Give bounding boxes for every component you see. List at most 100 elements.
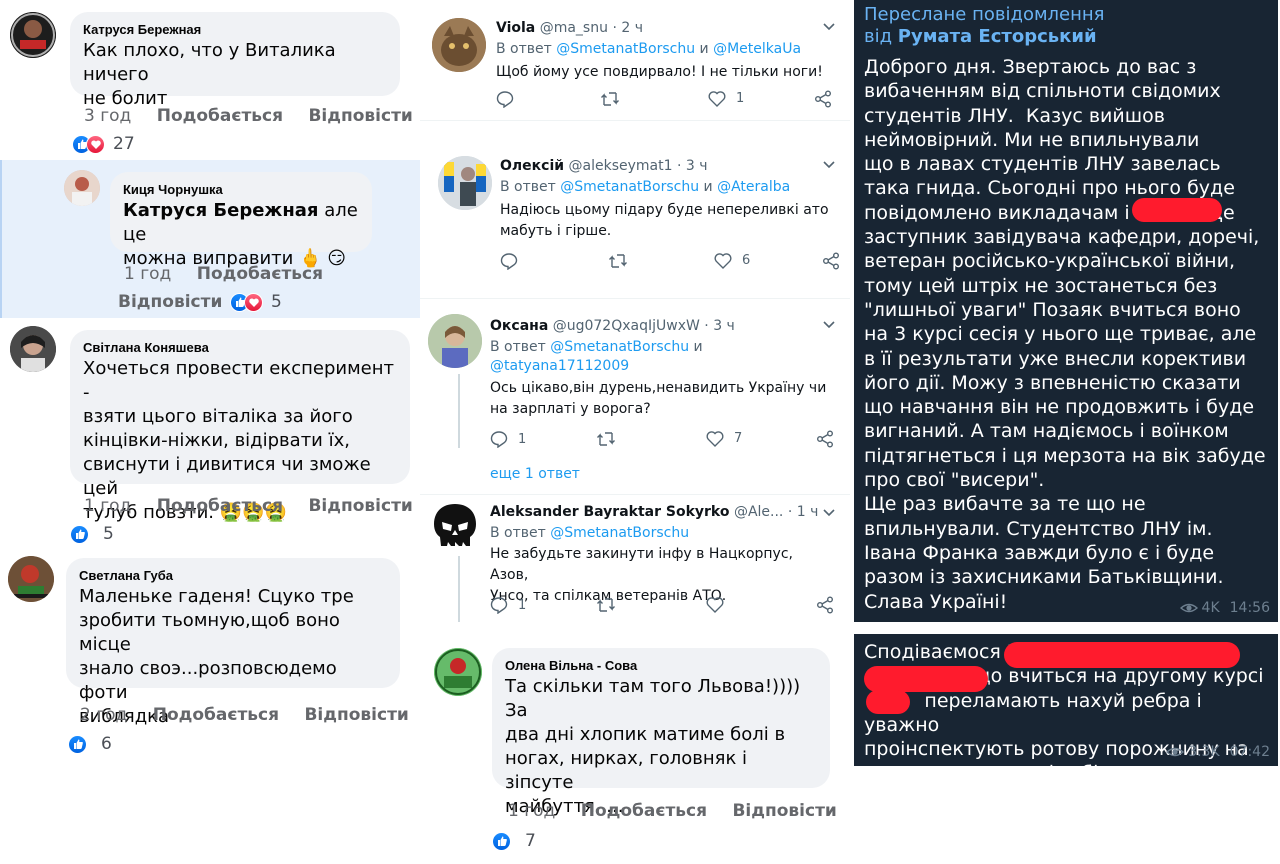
commenter-name[interactable]: Катруся Бережная [83,21,387,39]
author-name[interactable]: Aleksander Bayraktar Sokyrko [490,504,729,520]
comment-time[interactable]: 1 год [508,801,555,821]
forwarded-from[interactable]: від Румата Есторський [864,26,1268,48]
message-line: його дії. Можу з впевненістю сказати [864,371,1241,394]
avatar[interactable] [438,156,492,210]
tweet-time[interactable]: 1 ч [797,504,819,520]
tweet[interactable]: Viola @ma_snu · 2 ч В ответ @SmetanatBor… [420,0,850,120]
facebook-comments-panel: Катруся Бережная Как плохо, что у Витали… [0,0,420,864]
like-button[interactable]: Подобається [153,705,279,725]
comment-text-line: Та скільки там того Львова!)))) За [505,676,801,721]
commenter-name[interactable]: Киця Чорнушка [123,181,359,199]
chevron-down-icon[interactable] [822,508,836,518]
reply-button[interactable]: 1 [490,430,526,448]
author-handle[interactable]: @Ale... [734,504,783,520]
retweet-icon [609,254,627,268]
avatar[interactable] [428,314,482,368]
chevron-down-icon[interactable] [822,160,836,170]
commenter-name[interactable]: Олена Вільна - Сова [505,657,817,675]
comment-time[interactable]: 2 год [80,705,127,725]
separator-dot: · [676,158,682,174]
avatar[interactable] [428,500,482,554]
comment-actions: 1 год Подобається Відповісти [508,801,857,821]
like-button[interactable]: Подобається [197,264,323,284]
avatar[interactable] [10,12,56,58]
mention-link[interactable]: @SmetanatBorschu [556,41,695,57]
forwarded-author[interactable]: Румата Есторський [898,26,1097,47]
author-name[interactable]: Viola [496,20,535,36]
reply-button[interactable]: Відповісти [304,705,408,725]
reply-button[interactable]: Відповісти [732,801,836,821]
like-count: 7 [734,431,743,446]
tweet-text-line: Ось цікаво,він дурень,ненавидить Україну… [490,380,827,396]
retweet-button[interactable] [596,596,616,614]
avatar[interactable] [64,170,100,206]
tweet-actions: 1 7 [490,430,833,450]
author-name[interactable]: Олексій [500,158,564,174]
reaction-summary[interactable]: 5 [70,524,114,544]
chevron-down-icon[interactable] [822,320,836,330]
commenter-name[interactable]: Світлана Коняшева [83,339,397,357]
tweet-time[interactable]: 2 ч [621,20,643,36]
mention-tag[interactable]: Катруся Бережная [123,200,318,221]
commenter-name[interactable]: Светлана Губа [79,567,387,585]
like-button[interactable]: 1 [708,90,744,107]
mention-link[interactable]: @Ateralba [717,179,790,195]
share-button[interactable] [814,90,832,108]
tweet[interactable]: Олексій @alekseymat1 · 3 ч В ответ @Smet… [420,140,850,290]
reply-button[interactable] [500,252,518,270]
retweet-button[interactable] [596,430,616,448]
tweet[interactable]: Оксана @ug072QxaqIjUwxW · 3 ч В ответ @S… [420,298,850,494]
chevron-down-icon[interactable] [822,22,836,32]
retweet-icon [601,92,619,106]
avatar[interactable] [434,648,482,696]
mention-link[interactable]: @MetelkaUa [713,41,801,57]
reaction-summary[interactable]: 7 [492,831,536,851]
mention-link[interactable]: @SmetanatBorschu [550,339,689,355]
tweet[interactable]: Aleksander Bayraktar Sokyrko @Ale... · 1… [420,494,850,634]
reply-button[interactable] [496,90,514,108]
like-button[interactable]: Подобається [581,801,707,821]
share-button[interactable] [816,596,834,614]
share-button[interactable] [822,252,840,270]
like-button[interactable]: Подобається [157,106,283,126]
reply-button[interactable]: Відповісти [118,292,222,312]
like-button[interactable]: 6 [714,252,750,269]
mention-link[interactable]: @SmetanatBorschu [550,525,689,541]
avatar[interactable] [432,18,486,72]
like-button[interactable]: Подобається [157,496,283,516]
reply-button[interactable]: Відповісти [308,496,412,516]
share-icon [823,252,839,270]
avatar[interactable] [8,556,54,602]
reaction-summary[interactable]: 27 [72,134,135,154]
author-name[interactable]: Оксана [490,318,548,334]
tweet-time[interactable]: 3 ч [686,158,708,174]
reaction-summary[interactable]: 5 [230,292,282,312]
reply-button[interactable]: Відповісти [308,106,412,126]
mention-link[interactable]: @SmetanatBorschu [560,179,699,195]
show-more-replies-link[interactable]: еще 1 ответ [490,466,580,482]
reply-button[interactable]: 1 [490,596,526,614]
avatar[interactable] [10,326,56,372]
love-reaction-icon [86,134,105,154]
reaction-summary[interactable]: 6 [68,734,112,754]
author-handle[interactable]: @alekseymat1 [569,158,673,174]
telegram-message[interactable]: Сподіваємося I що вчиться на другому кур… [854,634,1278,784]
like-button[interactable]: 7 [706,430,742,447]
comment-time[interactable]: 1 год [84,496,131,516]
share-button[interactable] [816,430,834,448]
mention-link[interactable]: @tatyana17112009 [490,358,629,374]
reaction-count: 27 [113,134,135,154]
comment-time[interactable]: 3 год [84,106,131,126]
retweet-button[interactable] [608,252,628,270]
retweet-button[interactable] [600,90,620,108]
telegram-message[interactable]: Переслане повідомлення від Румата Есторс… [854,0,1278,622]
reaction-count: 6 [101,734,112,754]
love-reaction-icon [244,292,263,312]
like-button[interactable] [706,596,724,613]
author-handle[interactable]: @ug072QxaqIjUwxW [553,318,700,334]
tweet-time[interactable]: 3 ч [713,318,735,334]
separator-dot: · [612,20,617,36]
comment-time[interactable]: 1 год [124,264,171,284]
reply-icon [496,91,514,108]
author-handle[interactable]: @ma_snu [540,20,608,36]
